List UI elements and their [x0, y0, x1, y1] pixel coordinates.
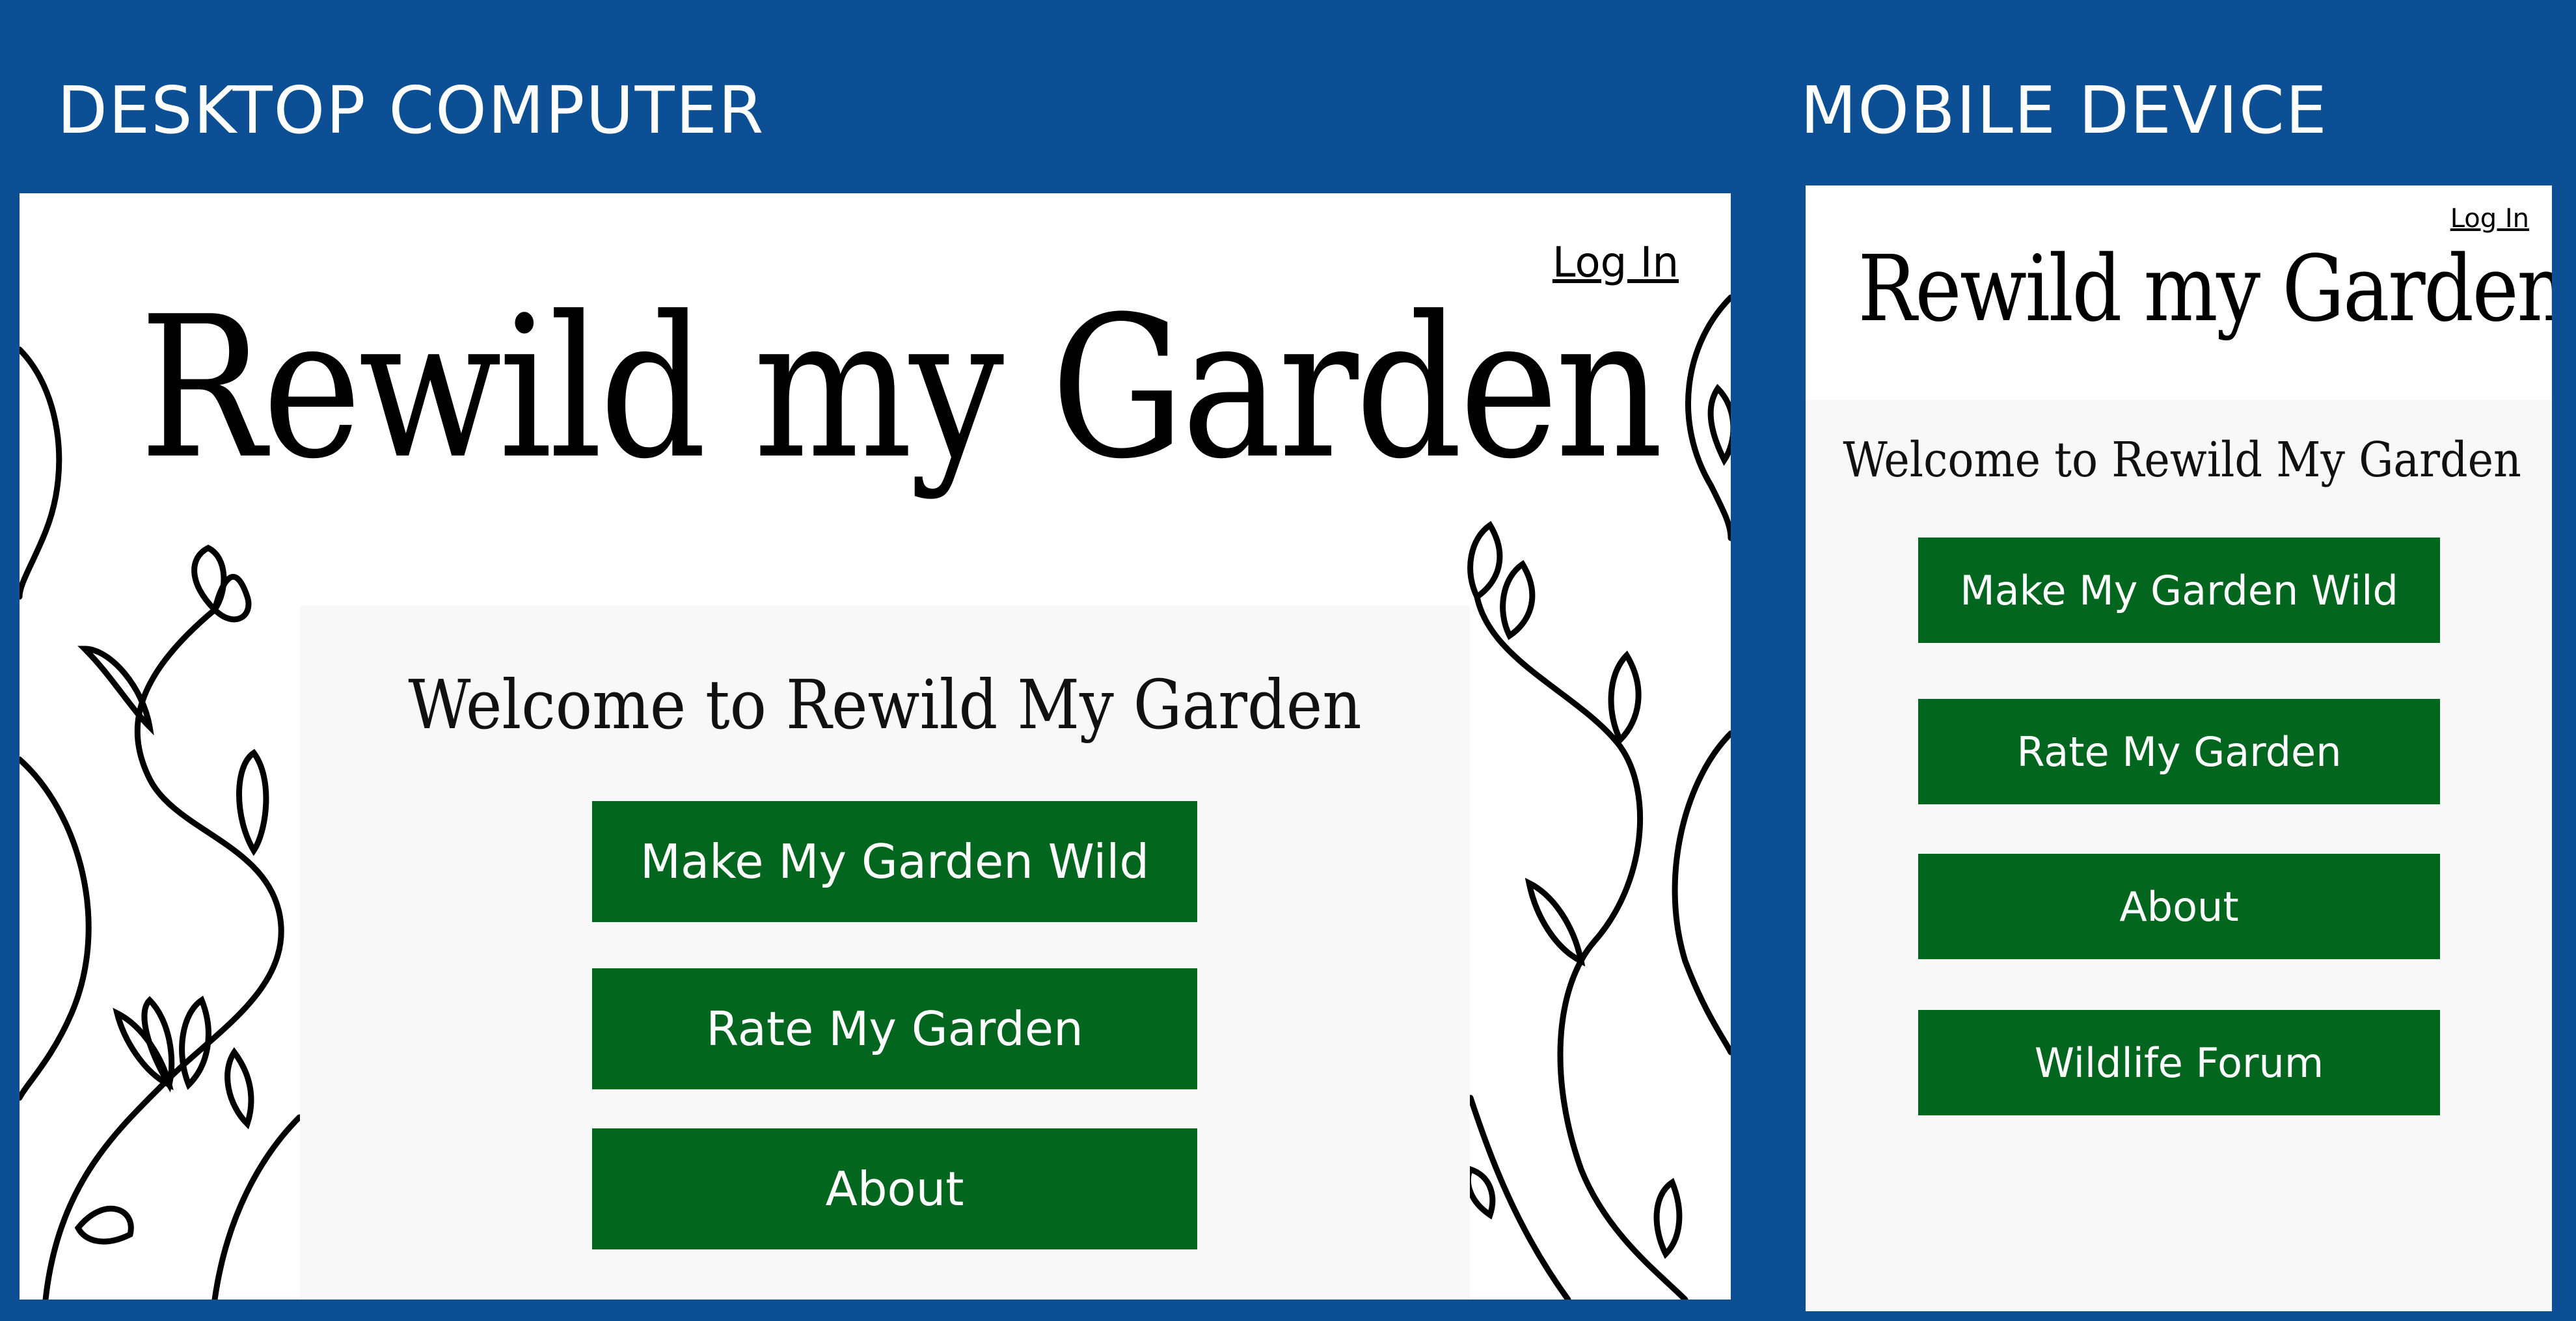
site-title: Rewild my Garden — [1858, 236, 2552, 342]
mobile-screen: Log In Rewild my Garden Welcome to Rewil… — [1806, 185, 2552, 1311]
desktop-screen: Log In Rewild my Garden Welcome to Rewil… — [20, 193, 1731, 1300]
make-my-garden-wild-button[interactable]: Make My Garden Wild — [1918, 538, 2440, 643]
desktop-section-heading: DESKTOP COMPUTER — [57, 72, 765, 148]
about-button[interactable]: About — [1918, 854, 2440, 959]
welcome-panel: Welcome to Rewild My Garden Make My Gard… — [300, 606, 1470, 1300]
welcome-heading: Welcome to Rewild My Garden — [1843, 432, 2521, 488]
wildlife-forum-button[interactable]: Wildlife Forum — [1918, 1010, 2440, 1115]
mobile-section-heading: MOBILE DEVICE — [1800, 72, 2328, 148]
login-link[interactable]: Log In — [2450, 204, 2529, 234]
rate-my-garden-button[interactable]: Rate My Garden — [592, 968, 1197, 1089]
rate-my-garden-button[interactable]: Rate My Garden — [1918, 699, 2440, 804]
welcome-heading: Welcome to Rewild My Garden — [408, 665, 1362, 744]
welcome-panel: Welcome to Rewild My Garden Make My Gard… — [1806, 400, 2552, 1311]
make-my-garden-wild-button[interactable]: Make My Garden Wild — [592, 801, 1197, 922]
site-title: Rewild my Garden — [139, 275, 1663, 502]
about-button[interactable]: About — [592, 1128, 1197, 1249]
